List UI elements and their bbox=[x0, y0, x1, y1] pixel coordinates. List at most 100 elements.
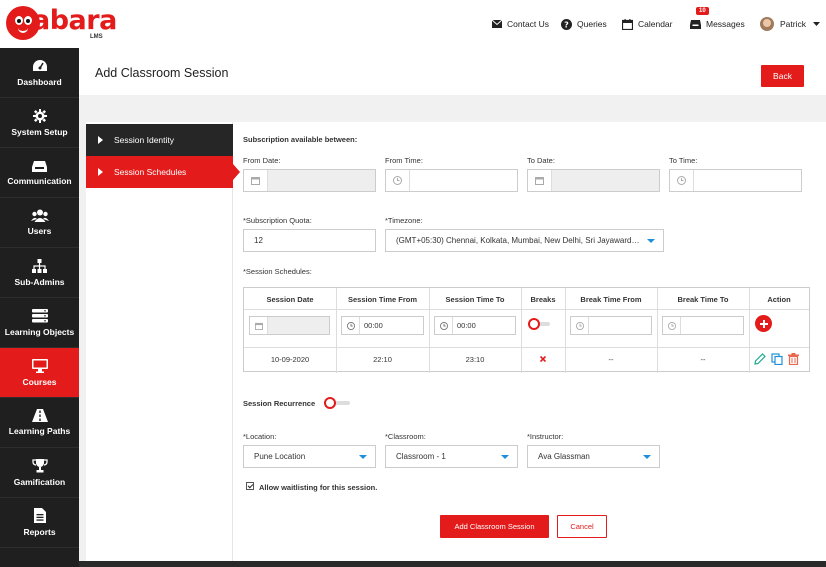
to-time-label: To Time: bbox=[669, 156, 698, 165]
chevron-down-icon bbox=[643, 454, 651, 459]
logo-text: abara bbox=[32, 5, 117, 36]
calendar-link[interactable]: Calendar bbox=[622, 14, 673, 34]
chevron-down-icon bbox=[501, 454, 509, 459]
inbox-icon bbox=[690, 20, 701, 29]
calendar-label: Calendar bbox=[638, 19, 673, 29]
add-schedule-button[interactable] bbox=[755, 315, 772, 332]
header-time-to: Session Time To bbox=[445, 295, 505, 304]
clock-icon bbox=[663, 317, 681, 334]
sidebar-item-label: Users bbox=[27, 226, 52, 236]
caret-right-icon bbox=[98, 168, 103, 176]
header-time-from: Session Time From bbox=[347, 295, 418, 304]
sidebar-item-courses[interactable]: Courses bbox=[0, 348, 79, 398]
page-header: Add Classroom Session Back bbox=[79, 48, 826, 95]
clock-icon bbox=[386, 170, 410, 191]
row-divider bbox=[244, 347, 809, 348]
to-date-value bbox=[552, 170, 659, 191]
schedules-label: *Session Schedules: bbox=[243, 267, 312, 276]
messages-link[interactable]: Messages bbox=[690, 14, 745, 34]
to-date-input[interactable] bbox=[527, 169, 660, 192]
from-date-label: From Date: bbox=[243, 156, 281, 165]
chevron-down-icon bbox=[647, 238, 655, 243]
location-select[interactable]: Pune Location bbox=[243, 445, 376, 468]
sidebar-item-dashboard[interactable]: Dashboard bbox=[0, 48, 79, 98]
step-session-identity[interactable]: Session Identity bbox=[86, 124, 233, 156]
row-break-to: -- bbox=[700, 355, 706, 364]
back-button[interactable]: Back bbox=[761, 65, 804, 87]
breaks-toggle[interactable] bbox=[528, 318, 550, 330]
footer-bar bbox=[79, 561, 826, 567]
clock-icon bbox=[670, 170, 694, 191]
sidebar-item-reports[interactable]: Reports bbox=[0, 498, 79, 548]
sidebar-item-gamification[interactable]: Gamification bbox=[0, 448, 79, 498]
logo-subtext: LMS bbox=[90, 34, 103, 40]
timezone-select[interactable]: (GMT+05:30) Chennai, Kolkata, Mumbai, Ne… bbox=[385, 229, 664, 252]
classroom-select[interactable]: Classroom - 1 bbox=[385, 445, 518, 468]
close-icon bbox=[540, 356, 546, 362]
queries-label: Queries bbox=[577, 19, 607, 29]
recurrence-toggle[interactable] bbox=[324, 397, 350, 409]
report-icon bbox=[33, 508, 46, 523]
sidebar-item-learning-objects[interactable]: Learning Objects bbox=[0, 298, 79, 348]
calendar-icon bbox=[622, 18, 633, 30]
chevron-down-icon bbox=[359, 454, 367, 459]
header-break-to: Break Time To bbox=[677, 295, 729, 304]
sidebar-item-label: Sub-Admins bbox=[14, 276, 65, 287]
classroom-value: Classroom - 1 bbox=[396, 452, 446, 461]
trophy-icon bbox=[31, 458, 48, 472]
schedule-time-from-value: 00:00 bbox=[364, 321, 383, 330]
quota-value: 12 bbox=[254, 236, 263, 245]
copy-icon[interactable] bbox=[771, 353, 783, 365]
contact-us-link[interactable]: Contact Us bbox=[492, 14, 549, 34]
add-classroom-session-button[interactable]: Add Classroom Session bbox=[440, 515, 549, 538]
waitlist-checkbox[interactable] bbox=[246, 482, 254, 490]
break-time-to-input[interactable] bbox=[662, 316, 744, 335]
toggle-knob bbox=[528, 318, 540, 330]
envelope-icon bbox=[492, 20, 502, 28]
location-value: Pune Location bbox=[254, 452, 306, 461]
schedule-time-from-input[interactable]: 00:00 bbox=[341, 316, 424, 335]
sidebar-item-sub-admins[interactable]: Sub-Admins bbox=[0, 248, 79, 298]
sidebar-item-learning-paths[interactable]: Learning Paths bbox=[0, 398, 79, 448]
svg-text:?: ? bbox=[564, 20, 569, 29]
user-name: Patrick bbox=[780, 19, 806, 29]
row-time-from: 22:10 bbox=[373, 355, 392, 364]
break-time-from-input[interactable] bbox=[570, 316, 652, 335]
sidebar-item-label: Gamification bbox=[13, 476, 66, 487]
from-time-value bbox=[410, 170, 517, 191]
header-breaks: Breaks bbox=[530, 295, 556, 304]
calendar-icon bbox=[244, 170, 268, 191]
sidebar-item-communication[interactable]: Communication bbox=[0, 148, 79, 198]
inbox-icon bbox=[32, 160, 47, 172]
trash-icon[interactable] bbox=[788, 353, 799, 365]
sidebar-item-users[interactable]: Users bbox=[0, 198, 79, 248]
sidebar-item-label: Reports bbox=[23, 527, 56, 537]
header-break-from: Break Time From bbox=[580, 295, 642, 304]
sidebar-item-label: Learning Objects bbox=[4, 326, 75, 337]
from-date-input[interactable] bbox=[243, 169, 376, 192]
schedule-date-input[interactable] bbox=[249, 316, 330, 335]
sidebar-item-system-setup[interactable]: System Setup bbox=[0, 98, 79, 148]
step-session-schedules[interactable]: Session Schedules bbox=[86, 156, 240, 188]
dashboard-icon bbox=[32, 59, 47, 71]
cancel-button[interactable]: Cancel bbox=[557, 515, 607, 538]
from-time-input[interactable] bbox=[385, 169, 518, 192]
messages-label: Messages bbox=[706, 19, 745, 29]
to-time-input[interactable] bbox=[669, 169, 802, 192]
caret-down-icon bbox=[812, 21, 820, 26]
contact-us-label: Contact Us bbox=[507, 19, 550, 29]
user-menu[interactable]: Patrick bbox=[760, 14, 825, 34]
instructor-select[interactable]: Ava Glassman bbox=[527, 445, 660, 468]
schedule-time-to-value: 00:00 bbox=[457, 321, 476, 330]
road-icon bbox=[31, 409, 48, 422]
toggle-knob bbox=[324, 397, 336, 409]
logo[interactable]: abara LMS bbox=[4, 4, 117, 44]
recurrence-label: Session Recurrence bbox=[243, 399, 316, 408]
question-circle-icon: ? bbox=[561, 18, 572, 30]
schedule-time-to-input[interactable]: 00:00 bbox=[434, 316, 516, 335]
sidebar: Dashboard System Setup Communication Use… bbox=[0, 48, 79, 567]
queries-link[interactable]: ? Queries bbox=[561, 14, 607, 34]
location-label: *Location: bbox=[243, 432, 277, 441]
quota-input[interactable]: 12 bbox=[243, 229, 376, 252]
edit-icon[interactable] bbox=[754, 353, 766, 365]
